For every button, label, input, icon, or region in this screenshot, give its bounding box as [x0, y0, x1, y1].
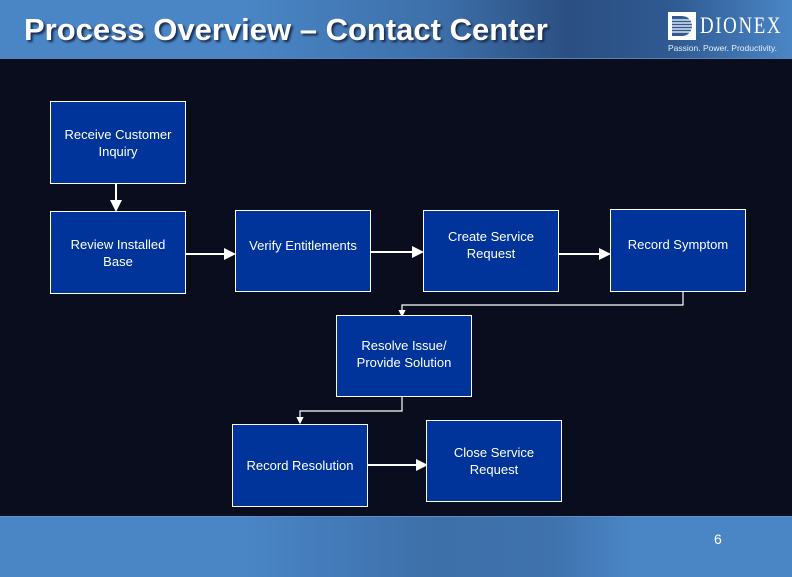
- node-label: Record Resolution: [246, 458, 354, 473]
- node-record-symptom[interactable]: Record Symptom: [610, 209, 746, 292]
- node-verify-entitlements[interactable]: Verify Entitlements: [235, 210, 371, 292]
- node-label: Resolve Issue/ Provide Solution: [356, 338, 452, 370]
- node-create-service-request[interactable]: Create Service Request: [423, 210, 559, 292]
- node-review-installed-base[interactable]: Review Installed Base: [50, 211, 186, 294]
- slide-footer: 6: [0, 516, 792, 577]
- node-label: Review Installed Base: [70, 236, 166, 269]
- slide-header: Process Overview – Contact Center DIONEX…: [0, 0, 792, 59]
- page-number: 6: [714, 531, 722, 547]
- node-resolve-issue[interactable]: Resolve Issue/ Provide Solution: [336, 315, 472, 397]
- logo-tagline: Passion. Power. Productivity.: [668, 43, 777, 53]
- node-close-service-request[interactable]: Close Service Request: [426, 420, 562, 502]
- node-record-resolution[interactable]: Record Resolution: [232, 424, 368, 507]
- node-label: Create Service Request: [448, 229, 534, 261]
- logo-wordmark: DIONEX: [700, 13, 783, 38]
- node-label: Verify Entitlements: [249, 237, 357, 253]
- dionex-d-icon: [668, 12, 696, 40]
- node-label: Close Service Request: [453, 445, 535, 477]
- node-receive-customer-inquiry[interactable]: Receive Customer Inquiry: [50, 101, 186, 184]
- edge-symptom-resolve: [398, 292, 684, 318]
- node-label: Record Symptom: [627, 237, 729, 252]
- dionex-logo: DIONEX Passion. Power. Productivity.: [668, 10, 780, 54]
- slide-title: Process Overview – Contact Center: [24, 12, 548, 47]
- edge-resolve-resolution: [296, 397, 403, 425]
- node-label: Receive Customer Inquiry: [64, 126, 172, 159]
